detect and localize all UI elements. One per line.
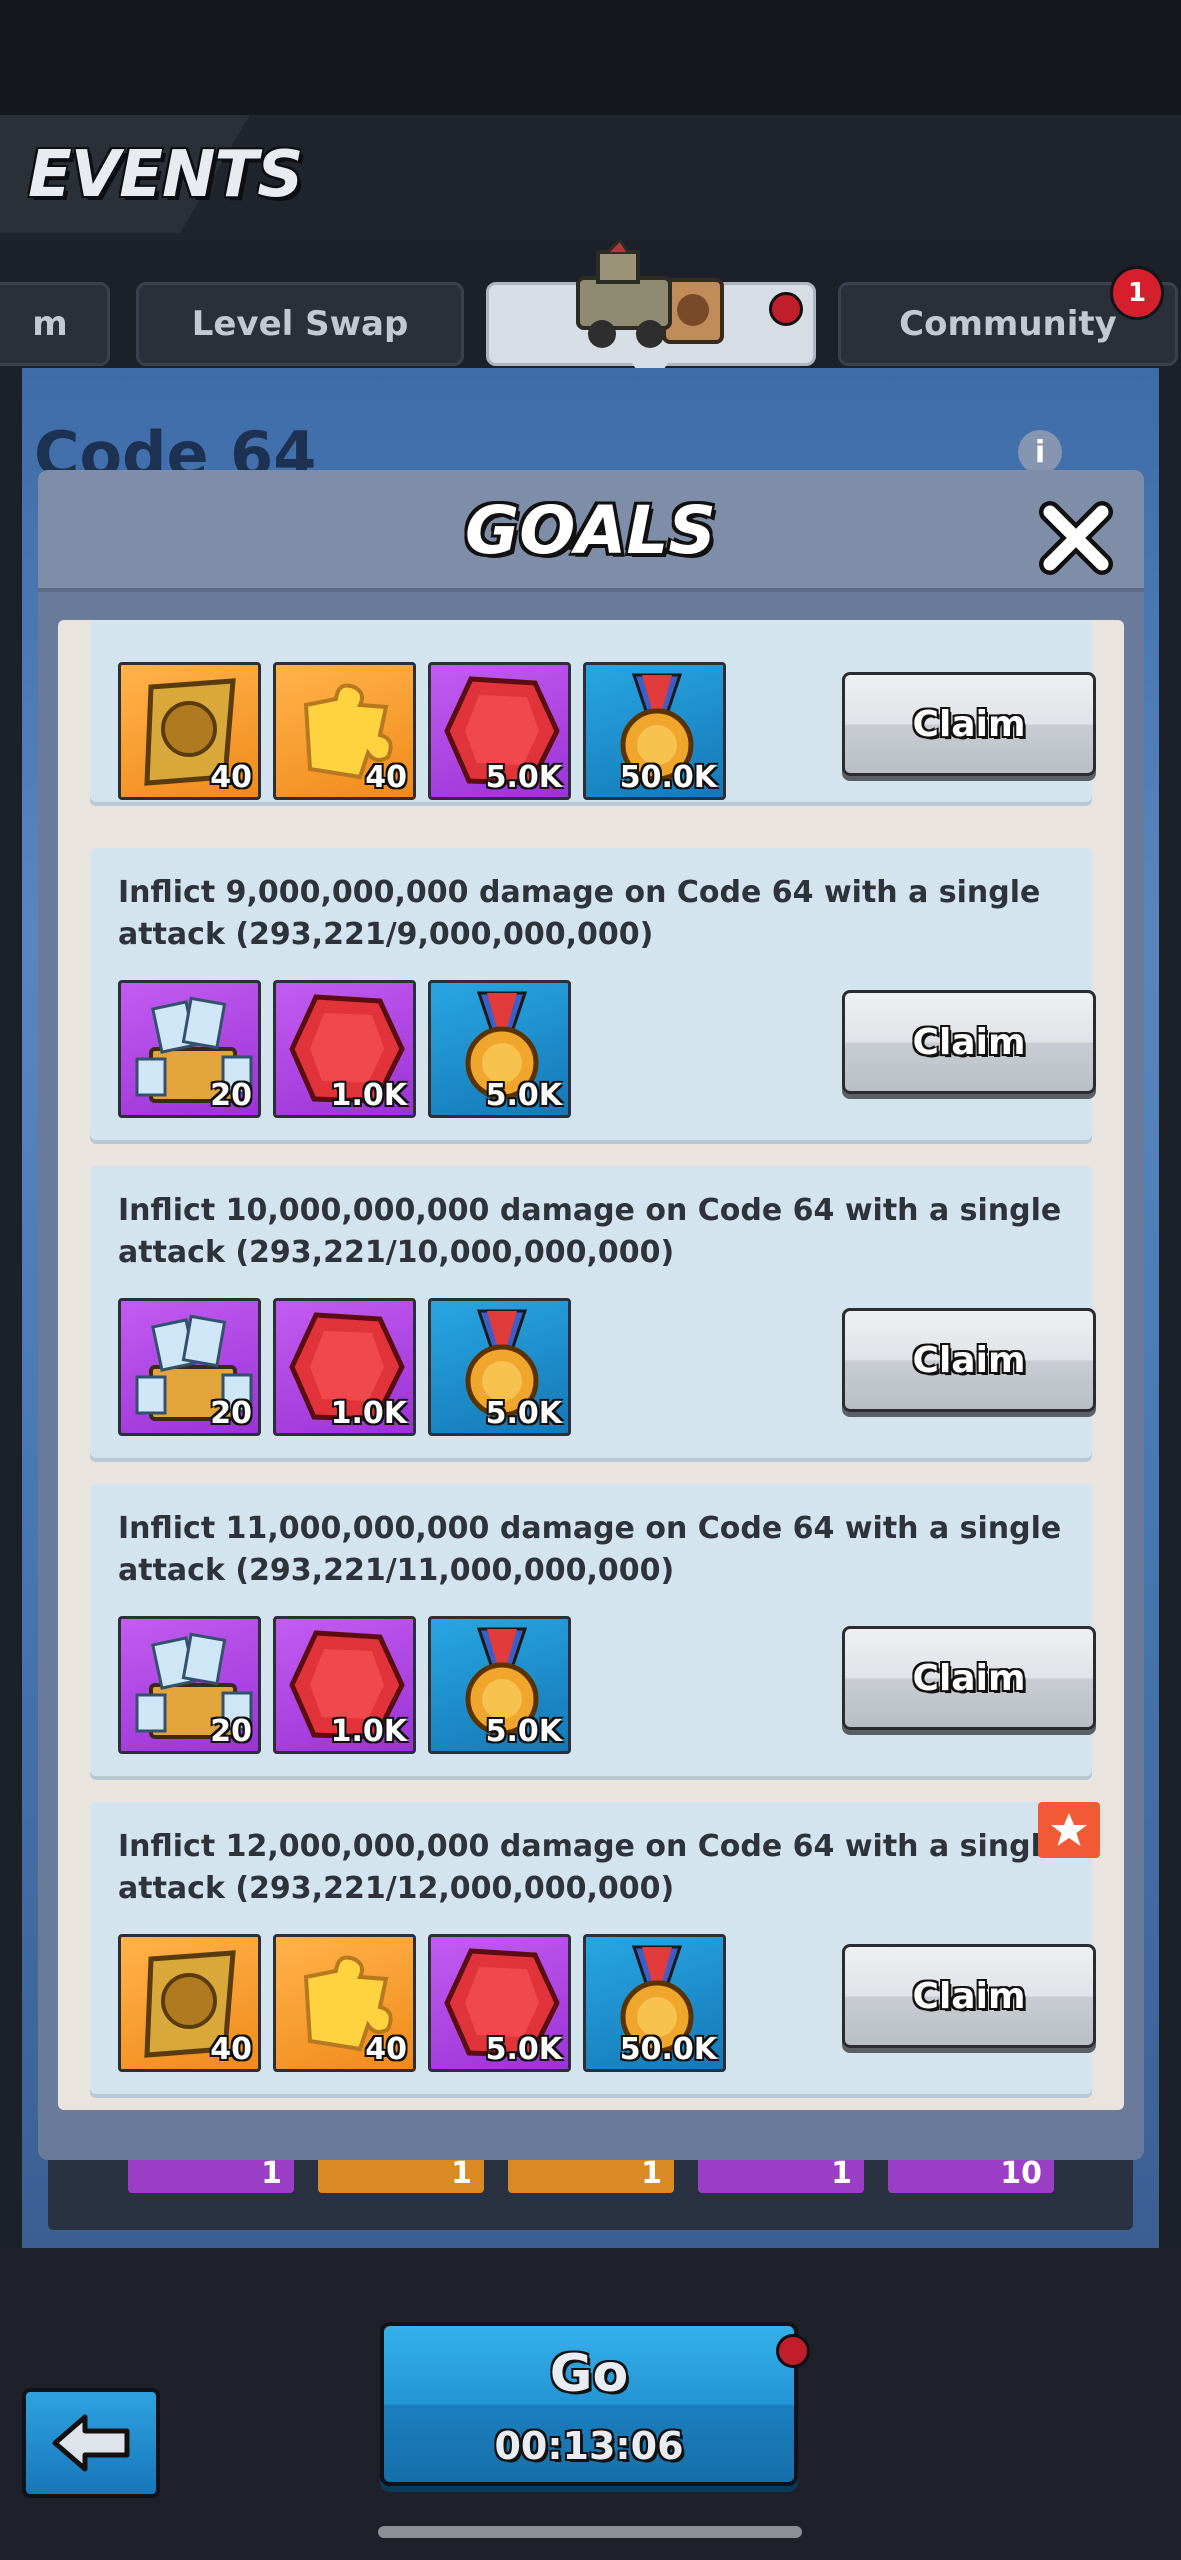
page-title: EVENTS [28, 138, 303, 212]
back-button[interactable] [22, 2388, 160, 2498]
reward-tile: 40 [273, 662, 416, 800]
reward-count: 20 [210, 1396, 252, 1431]
back-arrow-icon [52, 2414, 130, 2472]
reward-count: 5.0K [485, 1714, 562, 1749]
notification-badge: 1 [1110, 266, 1164, 320]
goal-item: Inflict 11,000,000,000 damage on Code 64… [90, 1484, 1096, 1776]
reward-tile: 40 [273, 1934, 416, 2072]
home-indicator[interactable] [378, 2526, 802, 2538]
tab-notification-dot [769, 292, 803, 326]
tab-community-label: Community [899, 304, 1117, 344]
goal-description: Inflict 12,000,000,000 damage on Code 64… [118, 1829, 1062, 1906]
reward-count: 5.0K [485, 1078, 562, 1113]
truck-event-icon [576, 240, 724, 348]
goal-item: 40 40 5.0K 50.0K Claim [90, 620, 1096, 802]
star-icon [1051, 1813, 1087, 1846]
go-notification-dot [776, 2334, 810, 2368]
goal-description: Inflict 9,000,000,000 damage on Code 64 … [118, 875, 1041, 952]
reward-count: 50.0K [619, 760, 717, 795]
background-reward-chip: 1 [508, 2155, 674, 2193]
reward-tile: 40 [118, 1934, 261, 2072]
reward-count: 40 [365, 2032, 407, 2067]
tab-previous[interactable]: m [0, 282, 110, 366]
reward-count: 5.0K [485, 1396, 562, 1431]
goal-item: Inflict 10,000,000,000 damage on Code 64… [90, 1166, 1096, 1458]
star-badge [1038, 1802, 1100, 1858]
claim-button[interactable]: Claim [842, 1944, 1096, 2048]
go-button[interactable]: Go 00:13:06 [380, 2322, 798, 2486]
info-icon[interactable]: i [1018, 430, 1062, 474]
reward-tile: 1.0K [273, 1616, 416, 1754]
claim-button[interactable]: Claim [842, 672, 1096, 776]
goal-item: Inflict 9,000,000,000 damage on Code 64 … [90, 848, 1096, 1140]
claim-button[interactable]: Claim [842, 1626, 1096, 1730]
reward-tile: 5.0K [428, 662, 571, 800]
reward-tile: 1.0K [273, 980, 416, 1118]
tab-level-swap[interactable]: Level Swap [136, 282, 464, 366]
background-reward-chip: 10 [888, 2155, 1054, 2193]
reward-tile: 5.0K [428, 980, 571, 1118]
status-bar [0, 0, 1181, 115]
reward-tile: 40 [118, 662, 261, 800]
reward-tile: 5.0K [428, 1616, 571, 1754]
reward-count: 20 [210, 1714, 252, 1749]
reward-tile: 20 [118, 1298, 261, 1436]
reward-count: 5.0K [485, 760, 562, 795]
reward-tile: 20 [118, 1616, 261, 1754]
reward-count: 5.0K [485, 2032, 562, 2067]
close-button[interactable] [1038, 500, 1114, 576]
modal-title: GOALS [465, 492, 716, 569]
tab-level-swap-label: Level Swap [191, 304, 409, 344]
reward-count: 50.0K [619, 2032, 717, 2067]
reward-tile: 20 [118, 980, 261, 1118]
background-reward-chip: 1 [128, 2155, 294, 2193]
claim-button[interactable]: Claim [842, 1308, 1096, 1412]
reward-tile: 5.0K [428, 1934, 571, 2072]
goal-item: Inflict 12,000,000,000 damage on Code 64… [90, 1802, 1096, 2094]
reward-count: 1.0K [330, 1078, 407, 1113]
goals-list[interactable]: 40 40 5.0K 50.0K Claim Inflict 9,000,000… [58, 620, 1124, 2110]
reward-tile: 1.0K [273, 1298, 416, 1436]
reward-count: 1.0K [330, 1714, 407, 1749]
reward-count: 40 [365, 760, 407, 795]
reward-tile: 5.0K [428, 1298, 571, 1436]
goal-description: Inflict 11,000,000,000 damage on Code 64… [118, 1511, 1062, 1588]
claim-button[interactable]: Claim [842, 990, 1096, 1094]
go-label: Go [549, 2344, 629, 2404]
reward-count: 40 [210, 760, 252, 795]
background-reward-chip: 1 [698, 2155, 864, 2193]
reward-count: 40 [210, 2032, 252, 2067]
go-timer: 00:13:06 [494, 2424, 684, 2468]
reward-count: 1.0K [330, 1396, 407, 1431]
reward-tile: 50.0K [583, 1934, 726, 2072]
reward-tile: 50.0K [583, 662, 726, 800]
reward-count: 20 [210, 1078, 252, 1113]
goal-description: Inflict 10,000,000,000 damage on Code 64… [118, 1193, 1062, 1270]
tab-previous-label: m [32, 304, 68, 344]
close-icon [1039, 501, 1113, 575]
background-reward-chip: 1 [318, 2155, 484, 2193]
